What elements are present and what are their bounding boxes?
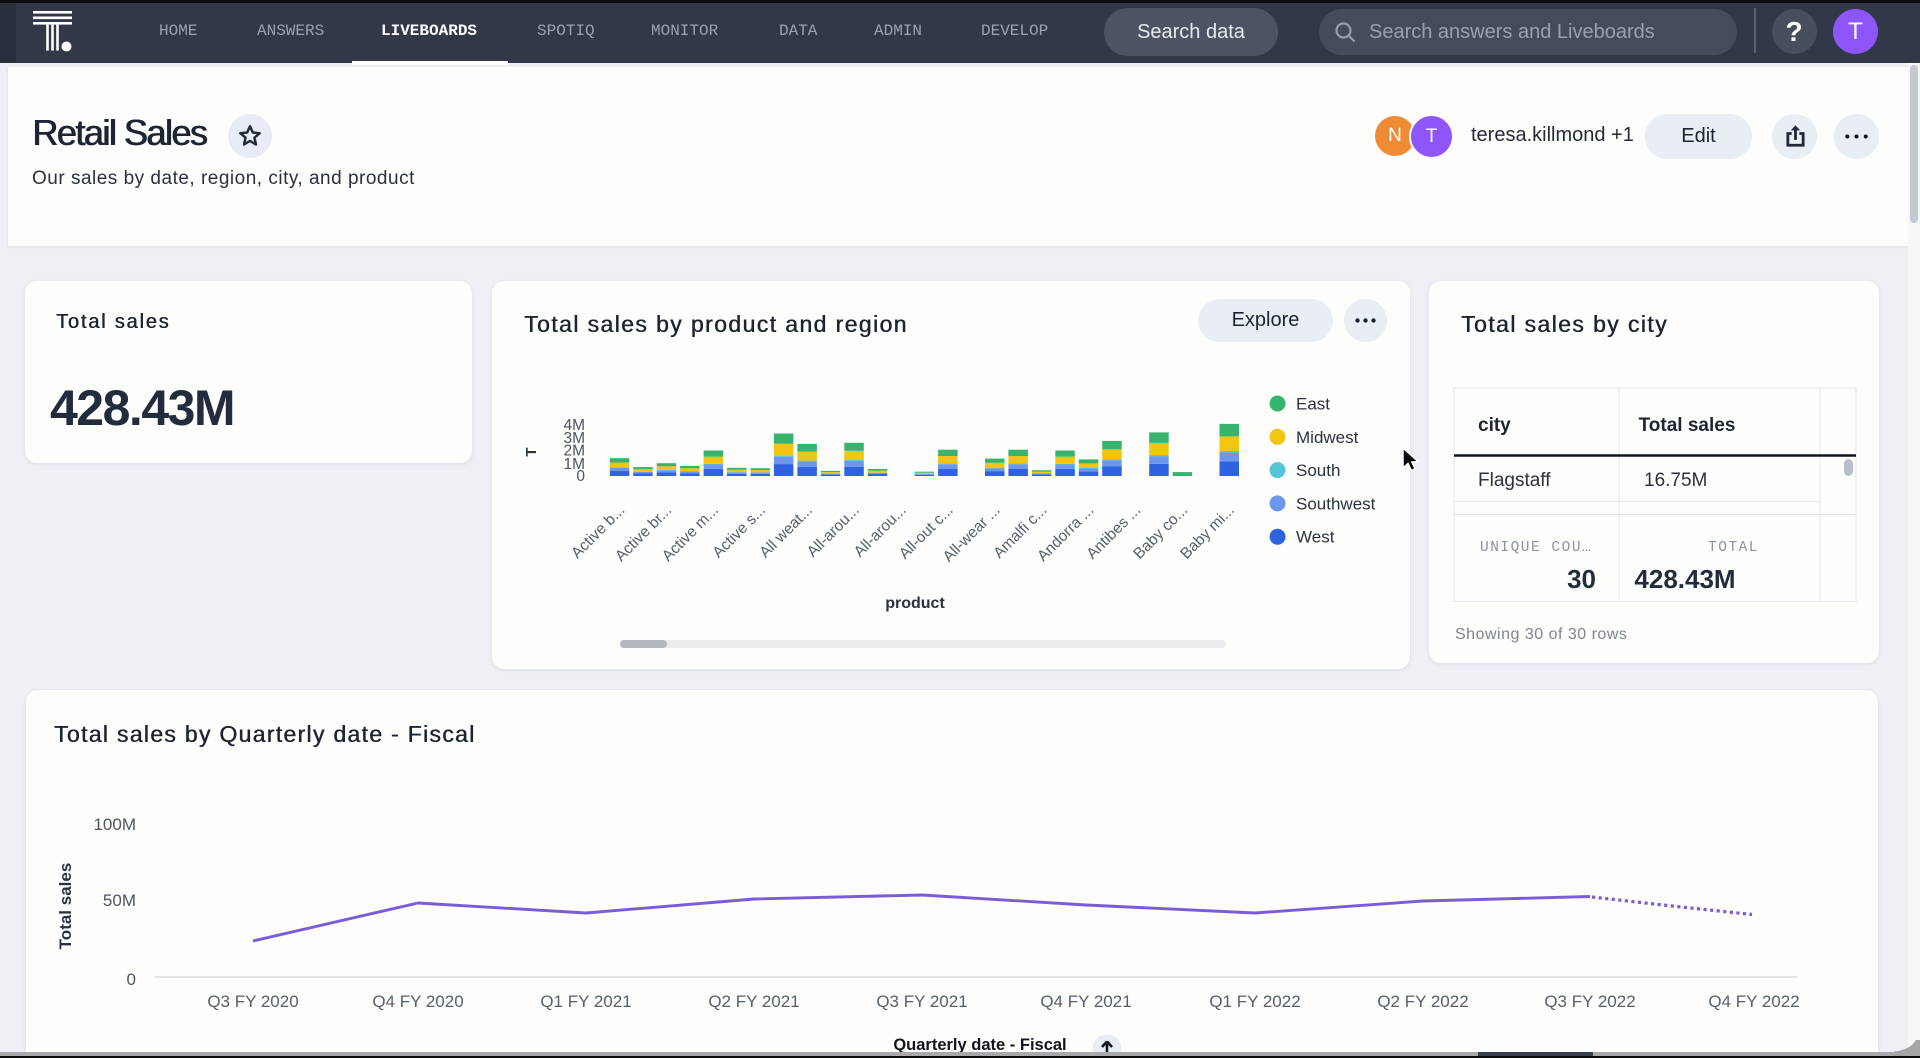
svg-text:Midwest: Midwest [1296, 428, 1359, 447]
svg-text:Q4 FY 2020: Q4 FY 2020 [372, 992, 463, 1011]
svg-text:T: T [523, 447, 540, 456]
svg-text:West: West [1296, 528, 1335, 547]
svg-text:50M: 50M [103, 891, 136, 910]
svg-text:0: 0 [127, 970, 136, 989]
svg-text:Flagstaff: Flagstaff [1478, 470, 1551, 491]
svg-text:Q3 FY 2021: Q3 FY 2021 [876, 992, 967, 1011]
svg-text:Southwest: Southwest [1296, 494, 1376, 513]
svg-text:428.43M: 428.43M [1634, 564, 1735, 594]
svg-text:Total sales: Total sales [1639, 415, 1736, 436]
svg-text:South: South [1296, 461, 1340, 480]
svg-text:0: 0 [576, 468, 585, 485]
svg-text:TOTAL: TOTAL [1708, 540, 1759, 556]
svg-text:Q2 FY 2021: Q2 FY 2021 [708, 992, 799, 1011]
svg-text:Total sales: Total sales [56, 863, 75, 950]
svg-text:Quarterly date - Fiscal: Quarterly date - Fiscal [893, 1036, 1066, 1052]
svg-text:Q1 FY 2022: Q1 FY 2022 [1209, 992, 1300, 1011]
svg-text:Q4 FY 2022: Q4 FY 2022 [1708, 992, 1799, 1011]
svg-text:16.75M: 16.75M [1644, 470, 1707, 491]
svg-text:100M: 100M [93, 815, 136, 834]
svg-text:Q1 FY 2021: Q1 FY 2021 [540, 992, 631, 1011]
svg-text:Q3 FY 2022: Q3 FY 2022 [1544, 992, 1635, 1011]
svg-text:East: East [1296, 395, 1330, 414]
svg-text:product: product [885, 595, 945, 612]
svg-text:city: city [1478, 415, 1511, 436]
svg-text:Q2 FY 2022: Q2 FY 2022 [1377, 992, 1468, 1011]
svg-text:Q3 FY 2020: Q3 FY 2020 [207, 992, 298, 1011]
svg-text:30: 30 [1567, 564, 1596, 594]
svg-text:Q4 FY 2021: Q4 FY 2021 [1040, 992, 1131, 1011]
svg-text:UNIQUE COU…: UNIQUE COU… [1480, 540, 1592, 556]
